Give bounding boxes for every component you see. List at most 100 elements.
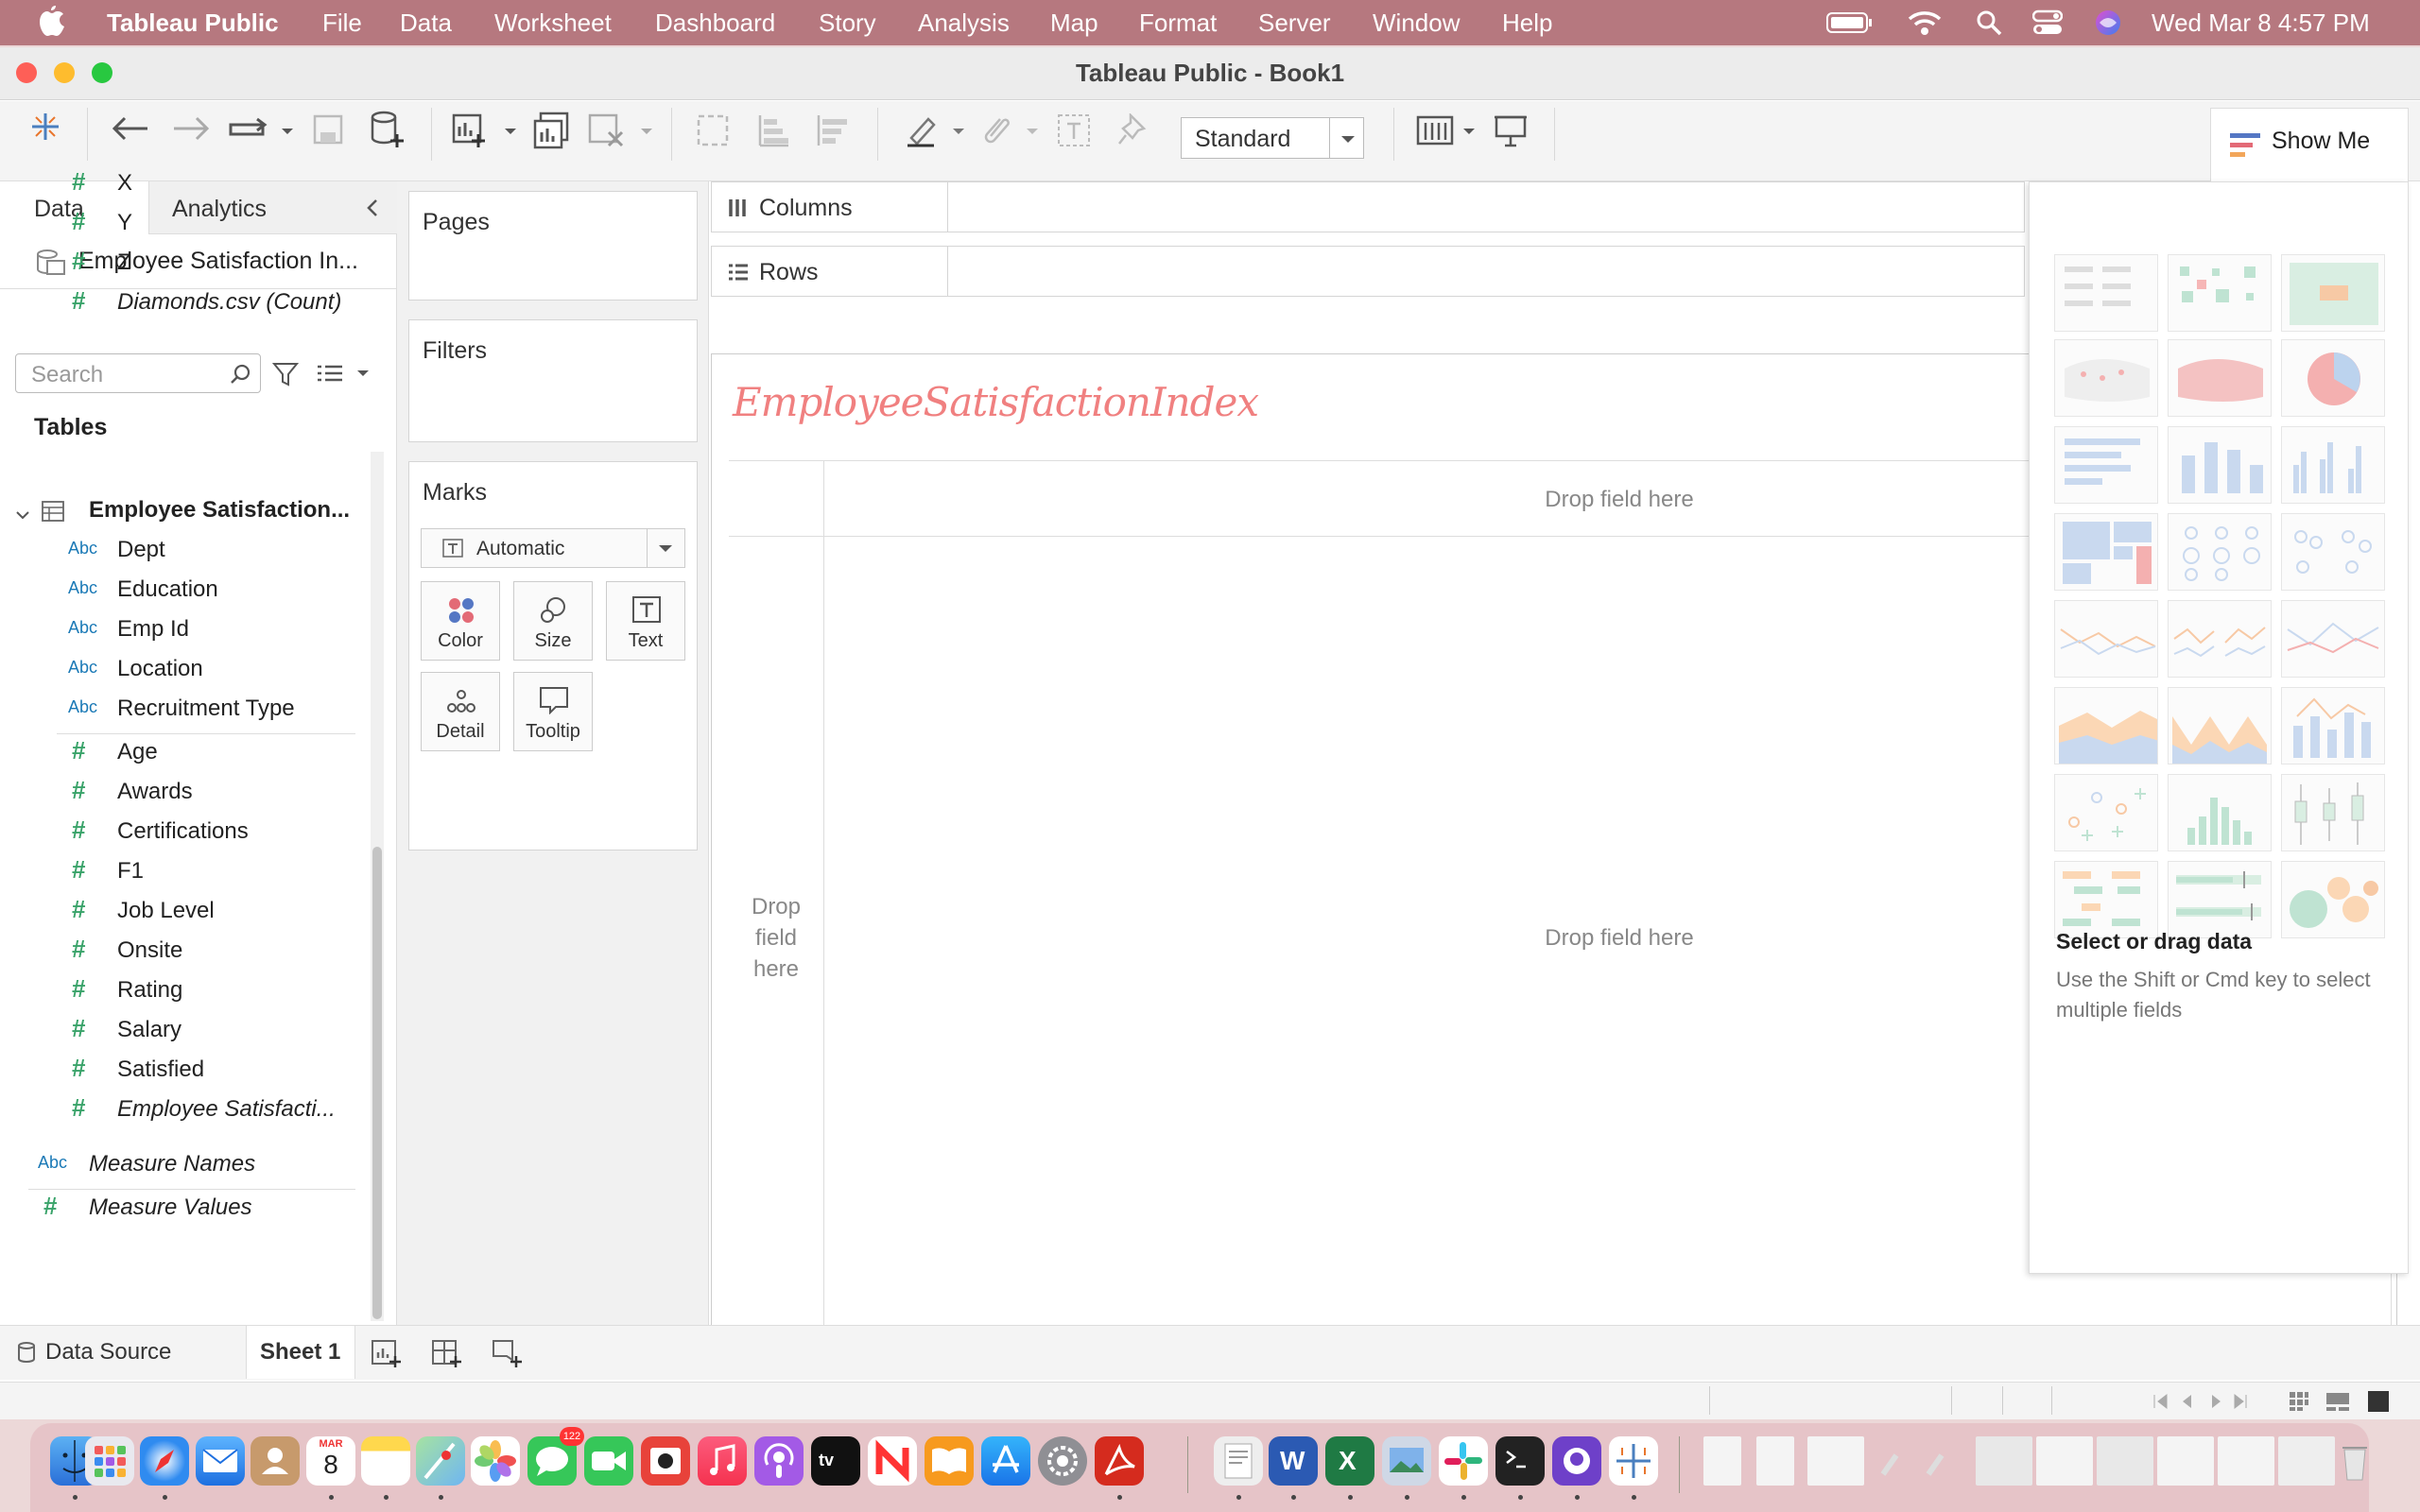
highlight-table-thumb[interactable] (2281, 254, 2385, 332)
text-mark-button[interactable]: Text (606, 581, 685, 661)
view-options-icon[interactable] (316, 361, 372, 392)
spotlight-search-icon[interactable] (1976, 9, 2002, 43)
sort-ascending-icon[interactable] (756, 113, 790, 152)
photo-booth-icon[interactable] (641, 1436, 690, 1486)
gantt-chart-thumb[interactable] (2054, 861, 2158, 938)
new-worksheet-icon[interactable] (452, 112, 520, 154)
menu-clock[interactable]: Wed Mar 8 4:57 PM (2152, 9, 2370, 38)
clear-sheet-icon[interactable] (588, 112, 656, 154)
sheet-title[interactable]: EmployeeSatisfactionIndex (733, 379, 1259, 425)
maps-icon[interactable] (416, 1436, 465, 1486)
dual-lines-thumb[interactable] (2281, 600, 2385, 678)
treemap-thumb[interactable] (2054, 513, 2158, 591)
apple-menu-icon[interactable] (38, 6, 66, 44)
scrollbar-thumb[interactable] (372, 847, 382, 1319)
music-icon[interactable] (698, 1436, 747, 1486)
document-thumbnail-icon[interactable] (1921, 1436, 1959, 1486)
system-preferences-icon[interactable] (1038, 1436, 1087, 1486)
bullet-graph-thumb[interactable] (2168, 861, 2272, 938)
pie-chart-thumb[interactable] (2281, 339, 2385, 417)
color-mark-button[interactable]: Color (421, 581, 500, 661)
trash-icon[interactable] (2341, 1436, 2369, 1486)
acrobat-icon[interactable] (1095, 1436, 1144, 1486)
measure-field-row[interactable]: # Onsite (0, 934, 369, 971)
field-row[interactable]: # Diamonds.csv (Count) (0, 285, 369, 323)
app-store-icon[interactable] (981, 1436, 1030, 1486)
screenshot-thumbnail-icon[interactable] (2036, 1436, 2093, 1486)
columns-shelf[interactable]: Columns (711, 181, 2025, 232)
text-table-thumb[interactable] (2054, 254, 2158, 332)
excel-icon[interactable]: X (1325, 1436, 1374, 1486)
menu-server[interactable]: Server (1258, 9, 1331, 38)
heat-map-thumb[interactable] (2168, 254, 2272, 332)
menu-map[interactable]: Map (1050, 9, 1098, 38)
filter-funnel-icon[interactable] (271, 361, 300, 392)
horizontal-bars-thumb[interactable] (2054, 426, 2158, 504)
wifi-icon[interactable] (1908, 9, 1942, 43)
field-list-scrollbar[interactable] (371, 452, 384, 1321)
document-thumbnail-icon[interactable] (1876, 1436, 1913, 1486)
field-search-input[interactable]: Search (15, 353, 261, 393)
pages-card[interactable]: Pages (408, 191, 698, 301)
sheet-navigation-icon[interactable] (2152, 1392, 2250, 1416)
dual-combination-thumb[interactable] (2281, 687, 2385, 765)
slack-icon[interactable] (1439, 1436, 1488, 1486)
measure-field-row[interactable]: # Employee Satisfacti... (0, 1092, 369, 1130)
show-mark-labels-icon[interactable] (1057, 113, 1091, 152)
filmstrip-icon[interactable] (2325, 1390, 2350, 1418)
side-by-side-circles-thumb[interactable] (2281, 513, 2385, 591)
screenshot-thumbnail-icon[interactable] (1976, 1436, 2032, 1486)
control-center-icon[interactable] (2031, 9, 2064, 43)
dimension-field-row[interactable]: Abc Education (0, 573, 369, 610)
presentation-mode-icon[interactable] (1494, 113, 1528, 152)
table-row-employee-satisfaction[interactable]: Employee Satisfaction... (0, 493, 369, 531)
github-desktop-icon[interactable] (1552, 1436, 1601, 1486)
tableau-logo-icon[interactable] (28, 110, 62, 148)
screenshot-thumbnail-icon[interactable] (2097, 1436, 2153, 1486)
redo-dropdown-icon[interactable] (227, 115, 295, 146)
detail-mark-button[interactable]: Detail (421, 672, 500, 751)
measure-field-row[interactable]: # Salary (0, 1013, 369, 1051)
notes-icon[interactable] (361, 1436, 410, 1486)
menu-analysis[interactable]: Analysis (918, 9, 1010, 38)
show-me-button[interactable]: Show Me (2210, 108, 2409, 181)
tab-sheet-1[interactable]: Sheet 1 (246, 1326, 355, 1379)
menu-data[interactable]: Data (400, 9, 452, 38)
menu-format[interactable]: Format (1139, 9, 1217, 38)
measure-names-row[interactable]: Abc Measure Names (0, 1147, 369, 1185)
measure-field-row[interactable]: # Awards (0, 775, 369, 813)
tab-data-source[interactable]: Data Source (0, 1326, 244, 1379)
swap-rows-columns-icon[interactable] (696, 113, 730, 152)
document-thumbnail-icon[interactable] (1756, 1436, 1794, 1486)
drop-zone-rows[interactable]: Drop field here (729, 891, 823, 985)
sheet-sorter-icon[interactable] (2288, 1390, 2310, 1418)
area-continuous-thumb[interactable] (2054, 687, 2158, 765)
duplicate-sheet-icon[interactable] (533, 112, 571, 154)
menu-window[interactable]: Window (1373, 9, 1460, 38)
drop-zone-center[interactable]: Drop field here (1430, 925, 1808, 952)
measure-field-row[interactable]: # Rating (0, 973, 369, 1011)
menu-file[interactable]: File (322, 9, 362, 38)
messages-icon[interactable]: 122 (527, 1427, 584, 1486)
fit-view-select[interactable]: Standard (1181, 117, 1364, 159)
textedit-icon[interactable] (1214, 1436, 1263, 1486)
measure-field-row[interactable]: # F1 (0, 854, 369, 892)
continuous-lines-thumb[interactable] (2054, 600, 2158, 678)
safari-icon[interactable] (140, 1436, 189, 1486)
dimension-field-row[interactable]: Abc Recruitment Type (0, 692, 369, 730)
terminal-icon[interactable] (1495, 1436, 1545, 1486)
symbol-map-thumb[interactable] (2054, 339, 2158, 417)
siri-icon[interactable] (2094, 9, 2122, 43)
screenshot-thumbnail-icon[interactable] (2218, 1436, 2274, 1486)
field-row[interactable]: # Z (0, 246, 369, 284)
area-discrete-thumb[interactable] (2168, 687, 2272, 765)
preview-icon[interactable] (1382, 1436, 1431, 1486)
box-whisker-thumb[interactable] (2281, 774, 2385, 851)
measure-field-row[interactable]: # Age (0, 735, 369, 773)
menu-app-name[interactable]: Tableau Public (107, 9, 279, 38)
size-mark-button[interactable]: Size (513, 581, 593, 661)
measure-field-row[interactable]: # Satisfied (0, 1053, 369, 1091)
histogram-thumb[interactable] (2168, 774, 2272, 851)
back-arrow-icon[interactable] (112, 115, 149, 146)
document-thumbnail-icon[interactable] (1703, 1436, 1741, 1486)
